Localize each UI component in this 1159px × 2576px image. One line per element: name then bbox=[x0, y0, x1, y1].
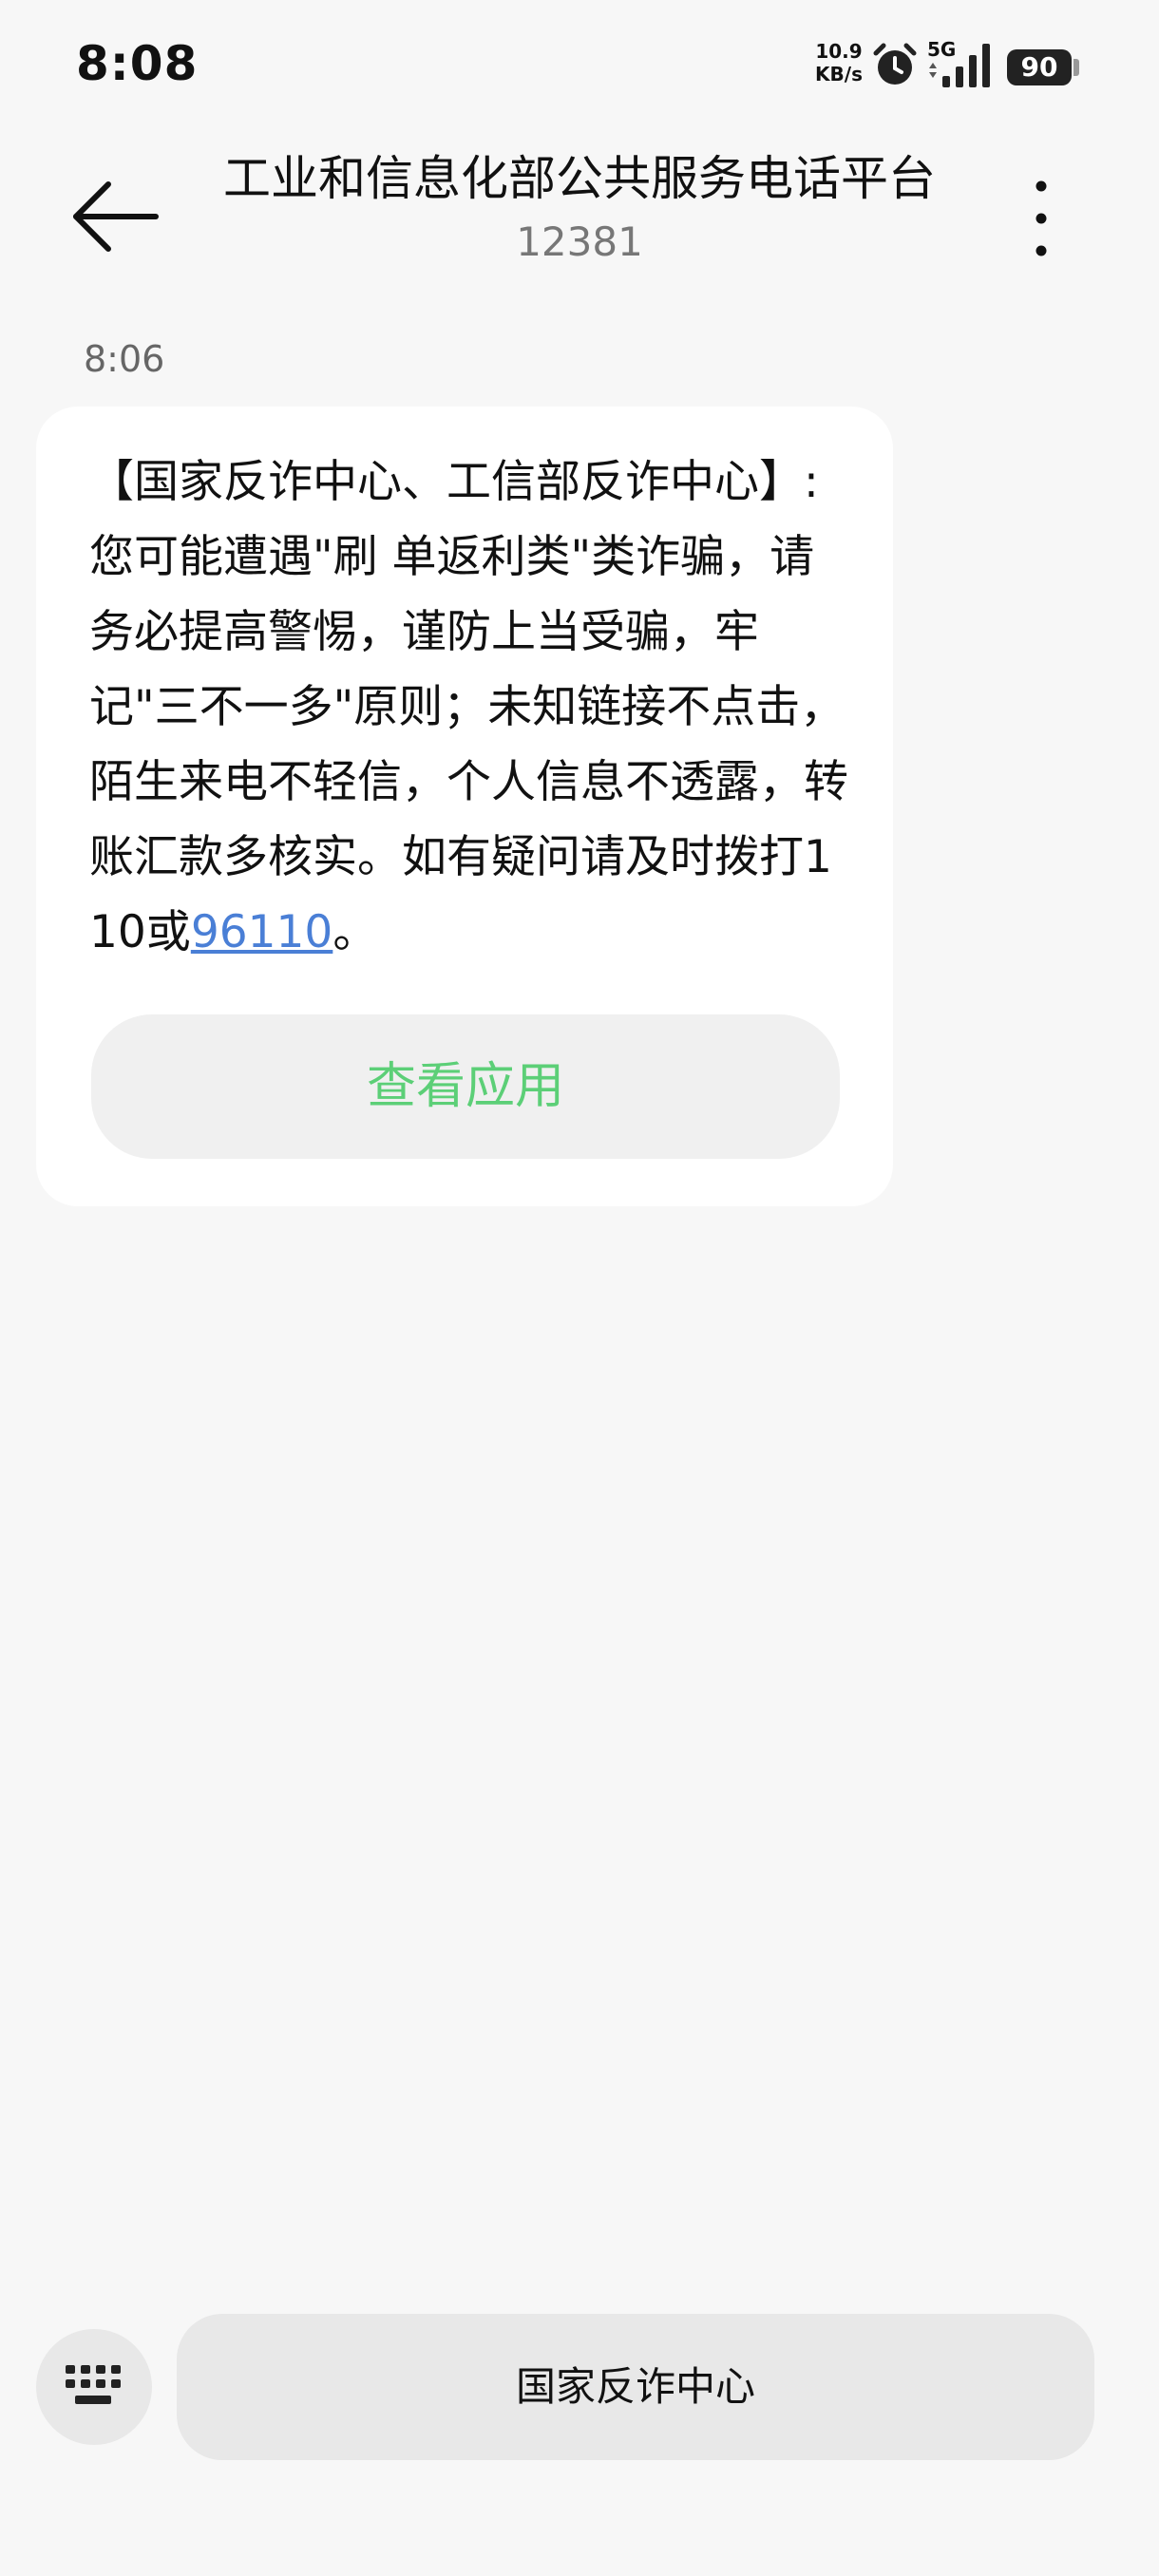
keyboard-icon bbox=[66, 2365, 121, 2404]
message-timestamp: 8:06 bbox=[84, 338, 165, 380]
more-options-button[interactable] bbox=[1016, 171, 1074, 266]
message-body: 【国家反诈中心、工信部反诈中心】: 您可能遭遇"刷 单返利类"类诈骗，请务必提高… bbox=[89, 456, 848, 958]
message-text[interactable]: 【国家反诈中心、工信部反诈中心】: 您可能遭遇"刷 单返利类"类诈骗，请务必提高… bbox=[89, 445, 849, 970]
conversation-header: 工业和信息化部公共服务电话平台 12381 bbox=[0, 133, 1159, 304]
keyboard-toggle-button[interactable] bbox=[36, 2329, 152, 2445]
battery-tip bbox=[1074, 59, 1079, 76]
network-speed-unit: KB/s bbox=[815, 63, 863, 85]
service-menu-button[interactable]: 国家反诈中心 bbox=[177, 2314, 1094, 2460]
network-speed-value: 10.9 bbox=[815, 40, 863, 63]
message-body-end: 。 bbox=[332, 906, 378, 958]
signal-icon bbox=[929, 44, 990, 87]
alarm-icon bbox=[873, 43, 917, 85]
back-arrow-icon bbox=[73, 181, 159, 252]
view-app-button[interactable]: 查看应用 bbox=[91, 1014, 840, 1159]
contact-name: 工业和信息化部公共服务电话平台 bbox=[223, 151, 936, 206]
network-speed: 10.9 KB/s bbox=[812, 40, 865, 85]
phone-number-link[interactable]: 96110 bbox=[191, 906, 333, 958]
contact-number: 12381 bbox=[516, 218, 643, 265]
sms-conversation-screen: 8:08 10.9 KB/s 5G 90 工业和信息化部公共服务电话平台 123… bbox=[0, 0, 1159, 2576]
back-button[interactable] bbox=[66, 169, 171, 264]
more-vertical-icon bbox=[1036, 180, 1047, 256]
status-time: 8:08 bbox=[76, 36, 199, 91]
message-bubble[interactable]: 【国家反诈中心、工信部反诈中心】: 您可能遭遇"刷 单返利类"类诈骗，请务必提高… bbox=[36, 407, 893, 1206]
battery-icon: 90 bbox=[1007, 49, 1072, 85]
status-bar: 8:08 10.9 KB/s 5G 90 bbox=[0, 0, 1159, 133]
